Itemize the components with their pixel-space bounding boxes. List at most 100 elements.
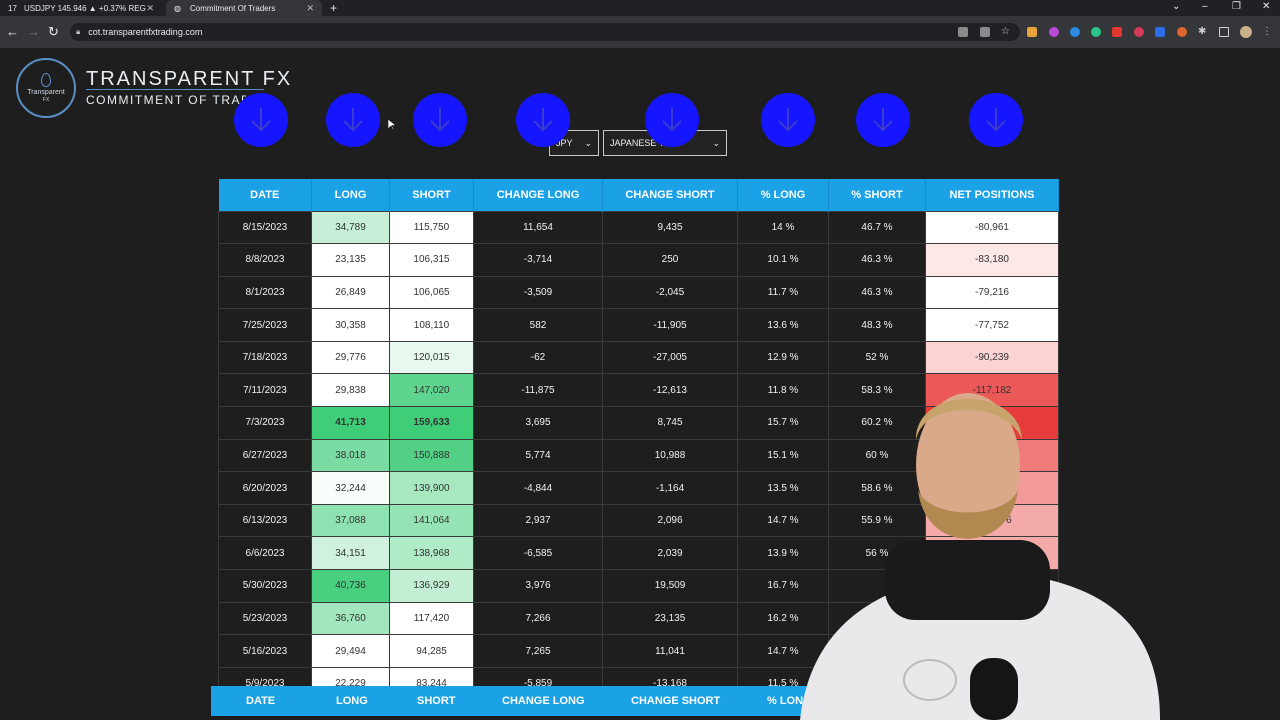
tab-label: USDJPY 145.946 ▲ +0.37% REGU	[24, 3, 147, 13]
menu-icon[interactable]: ⋮	[1262, 27, 1272, 37]
cell-date: 8/15/2023	[218, 210, 312, 245]
cell-long: 23,135	[311, 243, 390, 277]
cell-date: 6/13/2023	[218, 503, 312, 538]
arrow-down-button[interactable]	[969, 93, 1023, 147]
cell-change-short: -27,005	[602, 340, 738, 375]
cell-change-short: 2,039	[602, 536, 738, 571]
cell-change-short: 23,135	[602, 601, 738, 636]
install-icon[interactable]	[958, 27, 968, 37]
cell-pct-long: 12.9 %	[737, 340, 829, 375]
cell-pct-long: 10.1 %	[737, 243, 829, 277]
cell-long: 40,736	[311, 569, 390, 603]
arrow-down-button[interactable]	[761, 93, 815, 147]
table-header-row: DATE LONG SHORT CHANGE LONG CHANGE SHORT% LO…	[218, 179, 1059, 211]
logo-fx: FX	[42, 97, 50, 103]
arrow-down-button[interactable]	[234, 93, 288, 147]
share-icon[interactable]	[980, 27, 990, 37]
sticky-header-cell[interactable]: DATE	[246, 686, 275, 716]
sticky-header-cell[interactable]: CHANGE LONG	[502, 686, 585, 716]
cell-change-short: 10,988	[602, 438, 738, 473]
url-field[interactable]: 🔒︎ cot.transparentfxtrading.com	[70, 23, 1020, 41]
tab-usdjpy[interactable]: 17 USDJPY 145.946 ▲ +0.37% REGU ✕	[0, 0, 162, 16]
sticky-header-cell[interactable]: SHORT	[417, 686, 456, 716]
table-header-long[interactable]: LONG	[311, 179, 390, 211]
cell-date: 6/20/2023	[218, 471, 312, 505]
extension-pink-icon[interactable]	[1134, 27, 1144, 37]
star-icon[interactable]: ☆	[1001, 27, 1011, 37]
cell-change-short: -2,045	[602, 275, 738, 310]
cell-short: 106,065	[389, 275, 474, 310]
mouse-cursor-icon	[388, 119, 396, 131]
window-close-icon[interactable]: ✕	[1262, 0, 1270, 14]
cell-change-short: -11,905	[602, 308, 738, 342]
sticky-header-cell[interactable]: LONG	[336, 686, 368, 716]
cell-change-long: 7,266	[473, 601, 603, 636]
cell-pct-long: 11.7 %	[737, 275, 829, 310]
extension-purple-icon[interactable]	[1049, 27, 1059, 37]
cell-change-short: 11,041	[602, 634, 738, 668]
table-header-date[interactable]: DATE	[218, 179, 312, 211]
close-icon[interactable]: ✕	[146, 3, 154, 14]
cell-date: 7/3/2023	[218, 406, 312, 440]
cell-change-long: -62	[473, 340, 603, 375]
cell-date: 5/23/2023	[218, 601, 312, 636]
sidebar-icon[interactable]	[1219, 27, 1229, 37]
extension-doc-icon[interactable]	[1155, 27, 1165, 37]
avatar[interactable]	[1240, 26, 1252, 38]
arrow-down-icon	[430, 108, 450, 132]
table-header-short[interactable]: % SHORT	[828, 179, 926, 211]
arrow-down-button[interactable]	[516, 93, 570, 147]
cell-long: 29,776	[311, 340, 390, 375]
table-header-change-short[interactable]: CHANGE SHORT	[602, 179, 738, 211]
cell-date: 5/30/2023	[218, 569, 312, 603]
arrow-down-button[interactable]	[413, 93, 467, 147]
extension-blue-icon[interactable]	[1070, 27, 1080, 37]
cell-long: 36,760	[311, 601, 390, 636]
extension-red-icon[interactable]	[1112, 27, 1122, 37]
puzzle-icon[interactable]: ✱	[1198, 27, 1208, 37]
close-icon[interactable]: ✕	[306, 3, 314, 14]
tab-search-icon[interactable]: ⌄	[1172, 0, 1180, 14]
brand-title: TRANSPARENT FX	[86, 68, 293, 90]
table-header-change-long[interactable]: CHANGE LONG	[473, 179, 603, 211]
back-icon[interactable]: ←	[6, 24, 19, 40]
extension-news-icon[interactable]	[1027, 27, 1037, 37]
cell-short: 159,633	[389, 406, 474, 440]
extension-orange-icon[interactable]	[1177, 27, 1187, 37]
cell-short: 147,020	[389, 373, 474, 408]
arrow-down-button[interactable]	[326, 93, 380, 147]
extension-green-icon[interactable]	[1091, 27, 1101, 37]
minimize-icon[interactable]: –	[1202, 0, 1208, 14]
logo[interactable]: Transparent FX	[16, 58, 76, 118]
cell-long: 26,849	[311, 275, 390, 310]
cell-change-long: -3,509	[473, 275, 603, 310]
arrow-down-button[interactable]	[856, 93, 910, 147]
url-text: cot.transparentfxtrading.com	[88, 27, 203, 37]
cell-long: 30,358	[311, 308, 390, 342]
sticky-header-cell[interactable]: CHANGE SHORT	[631, 686, 720, 716]
cell-pct-short: 46.3 %	[828, 275, 926, 310]
arrow-down-icon	[343, 108, 363, 132]
cell-pct-short: 48.3 %	[828, 308, 926, 342]
cell-short: 106,315	[389, 243, 474, 277]
cell-date: 7/25/2023	[218, 308, 312, 342]
cell-change-short: -1,164	[602, 471, 738, 505]
table-header-net-positions[interactable]: NET POSITIONS	[925, 179, 1059, 211]
browser-tab-bar: 17 USDJPY 145.946 ▲ +0.37% REGU ✕ ◍ Comm…	[0, 0, 1280, 16]
table-header-short[interactable]: SHORT	[389, 179, 474, 211]
forward-icon[interactable]: →	[27, 24, 40, 40]
cell-change-long: 5,774	[473, 438, 603, 473]
restore-icon[interactable]: ❐	[1232, 0, 1241, 14]
lock-icon: 🔒︎	[76, 27, 81, 36]
arrow-down-button[interactable]	[645, 93, 699, 147]
cell-change-short: 19,509	[602, 569, 738, 603]
cell-long: 37,088	[311, 503, 390, 538]
cell-long: 38,018	[311, 438, 390, 473]
tab-commitment-of-traders[interactable]: ◍ Commitment Of Traders ✕	[166, 0, 322, 16]
table-header-long[interactable]: % LONG	[737, 179, 829, 211]
new-tab-icon[interactable]: +	[330, 0, 337, 16]
reload-icon[interactable]: ↻	[48, 24, 59, 40]
cell-pct-short: 46.3 %	[828, 243, 926, 277]
cell-change-long: -6,585	[473, 536, 603, 571]
cell-change-long: 2,937	[473, 503, 603, 538]
